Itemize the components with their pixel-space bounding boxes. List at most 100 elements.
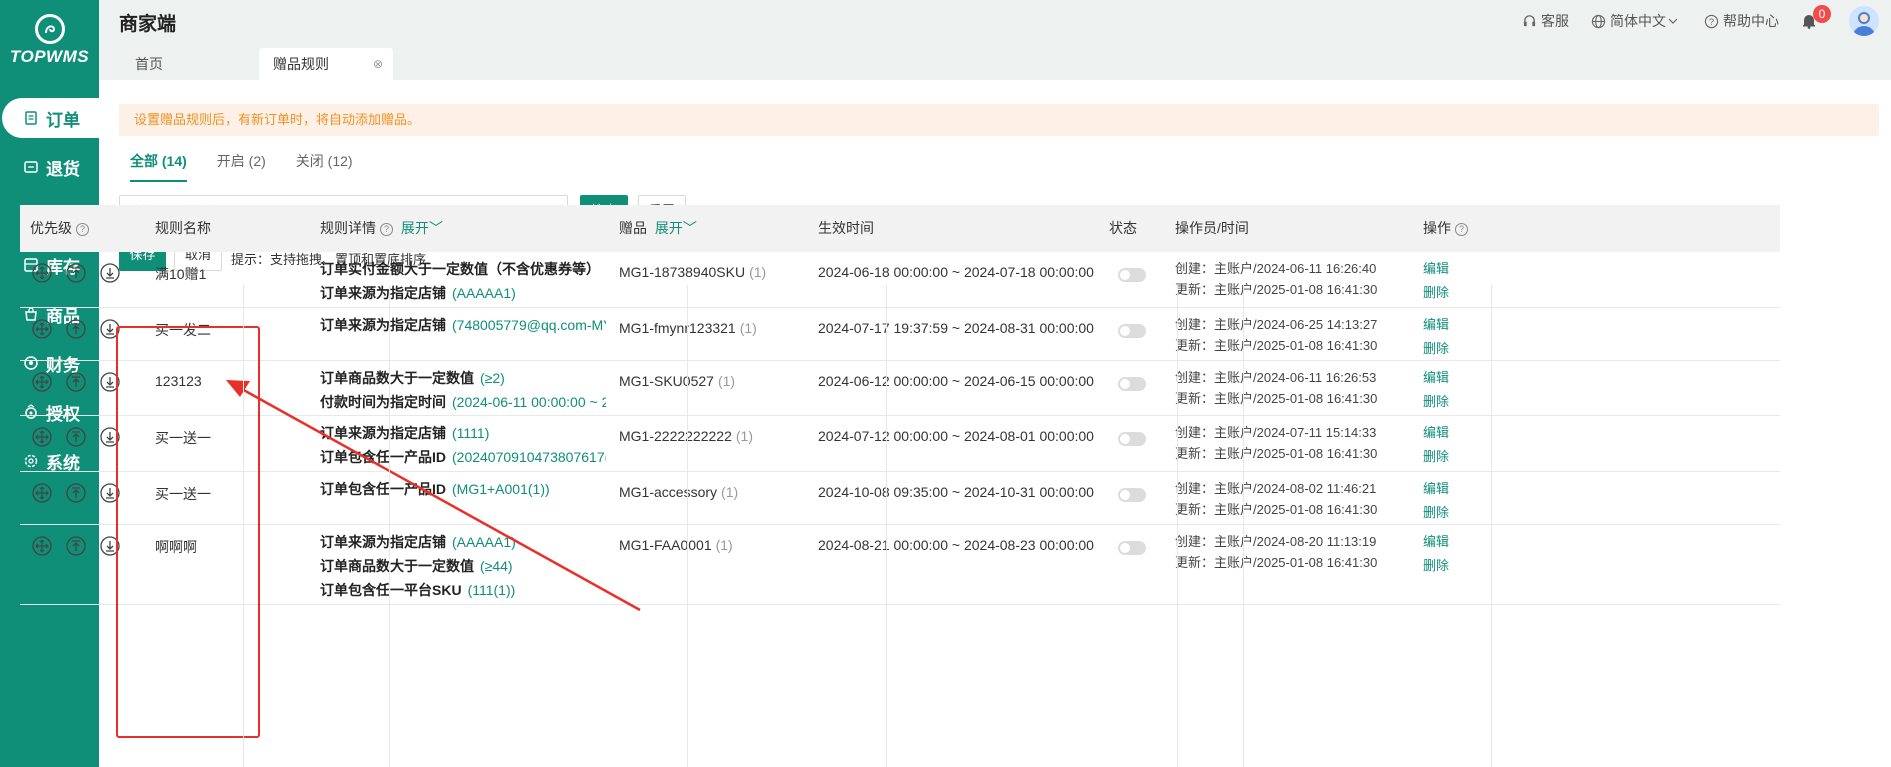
help-icon[interactable]: ? [380, 222, 393, 236]
sidebar-item-return[interactable]: 退货 [0, 147, 99, 187]
gift-quantity: (1) [749, 264, 767, 280]
header-priority-label: 优先级 [30, 220, 72, 236]
status-toggle[interactable] [1118, 432, 1146, 446]
move-to-top-icon[interactable] [64, 481, 88, 505]
delete-link[interactable]: 删除 [1423, 281, 1449, 305]
row-actions: 编辑 删除 [1423, 313, 1449, 361]
rule-condition-label: 订单商品数大于一定数值 [320, 558, 474, 574]
effective-time: 2024-06-18 00:00:00 ~ 2024-07-18 00:00:0… [818, 264, 1094, 280]
move-to-top-icon[interactable] [64, 261, 88, 285]
filter-tab[interactable]: 开启 (2) [217, 151, 266, 182]
move-to-bottom-icon[interactable] [98, 317, 122, 341]
status-toggle[interactable] [1118, 268, 1146, 282]
sidebar-item-label: 订单 [46, 110, 80, 130]
gift-sku-code: MG1-FAA0001 [619, 537, 712, 553]
move-to-bottom-icon[interactable] [98, 261, 122, 285]
drag-move-icon[interactable] [30, 425, 54, 449]
edit-link[interactable]: 编辑 [1423, 530, 1449, 554]
table-header: 优先级? 规则名称 规则详情? 展开﹀ 赠品 展开﹀ 生效时间 状态 操作员/时… [20, 205, 1780, 252]
delete-link[interactable]: 删除 [1423, 445, 1449, 469]
logo[interactable]: TOPWMS [0, 0, 99, 80]
table-row[interactable]: 123123 订单商品数大于一定数值 (≥2) 付款时间为指定时间 (2024-06-1… [20, 361, 1780, 416]
sidebar-item-order[interactable]: 订单 [2, 98, 99, 138]
filter-tabs: 全部 (14) 开启 (2) 关闭 (12) [130, 151, 383, 182]
app-title: 商家端 [119, 14, 177, 35]
language-select[interactable]: 简体中文 [1591, 11, 1682, 31]
header-tools: 客服 简体中文 ? 帮助中心 0 [1522, 0, 1891, 42]
drag-move-icon[interactable] [30, 481, 54, 505]
created-info: 创建：主账户/2024-08-20 11:13:19 [1175, 534, 1377, 549]
rule-details: 订单来源为指定店铺 (748005779@qq.com-MY... [320, 313, 606, 337]
move-to-top-icon[interactable] [64, 425, 88, 449]
move-to-top-icon[interactable] [64, 370, 88, 394]
logo-icon [34, 13, 65, 44]
tab-home-label: 首页 [135, 56, 163, 72]
rule-condition-value: (MG1+A001(1)) [452, 481, 550, 497]
delete-link[interactable]: 删除 [1423, 554, 1449, 578]
notification-button[interactable]: 0 [1801, 5, 1831, 29]
status-toggle[interactable] [1118, 377, 1146, 391]
gift-sku-code: MG1-18738940SKU [619, 264, 746, 280]
move-to-top-icon[interactable] [64, 534, 88, 558]
rule-condition-label: 订单包含任一平台SKU [320, 582, 462, 598]
customer-service-label: 客服 [1541, 13, 1569, 29]
drag-move-icon[interactable] [30, 534, 54, 558]
table-row[interactable]: 啊啊啊 订单来源为指定店铺 (AAAAA1) 订单商品数大于一定数值 (≥44) 订单包含… [20, 525, 1780, 605]
rule-condition: 订单来源为指定店铺 (AAAAA1) [320, 281, 606, 305]
customer-service-link[interactable]: 客服 [1522, 11, 1569, 31]
move-to-bottom-icon[interactable] [98, 425, 122, 449]
move-to-top-icon[interactable] [64, 317, 88, 341]
drag-move-icon[interactable] [30, 261, 54, 285]
move-to-bottom-icon[interactable] [98, 534, 122, 558]
edit-link[interactable]: 编辑 [1423, 257, 1449, 281]
table-row[interactable]: 满10赠1订单实付金额大于一定数值（不含优惠券等）(≥ C...订单来源为指定店… [20, 252, 1780, 308]
help-center-link[interactable]: ? 帮助中心 [1704, 11, 1779, 31]
column-divider [1243, 285, 1244, 767]
delete-link[interactable]: 删除 [1423, 337, 1449, 361]
delete-link[interactable]: 删除 [1423, 501, 1449, 525]
edit-link[interactable]: 编辑 [1423, 477, 1449, 501]
drag-move-icon[interactable] [30, 317, 54, 341]
rule-condition-value: (111(1)) [467, 582, 516, 598]
filter-tab[interactable]: 关闭 (12) [296, 151, 353, 182]
tab-gift-rules[interactable]: 赠品规则 ⊗ [259, 48, 393, 80]
move-to-bottom-icon[interactable] [98, 481, 122, 505]
operator-info: 创建：主账户/2024-08-20 11:13:19 更新：主账户/2025-01… [1175, 531, 1377, 573]
rule-name: 满10赠1 [155, 266, 207, 282]
row-actions: 编辑 删除 [1423, 477, 1449, 525]
tab-home[interactable]: 首页 [121, 48, 229, 80]
rule-condition-label: 订单包含任一产品ID [320, 481, 446, 497]
gift-expand-link[interactable]: 展开 [655, 220, 683, 236]
edit-link[interactable]: 编辑 [1423, 421, 1449, 445]
column-divider [1177, 285, 1178, 767]
delete-link[interactable]: 删除 [1423, 390, 1449, 414]
updated-info: 更新：主账户/2025-01-08 16:41:30 [1175, 555, 1378, 570]
rule-condition-value: (≥2) [480, 370, 505, 386]
drag-move-icon[interactable] [30, 370, 54, 394]
header-priority: 优先级? [30, 205, 89, 252]
detail-expand-link[interactable]: 展开 [401, 220, 429, 236]
help-icon[interactable]: ? [76, 222, 89, 236]
table-row[interactable]: 买一送一 订单包含任一产品ID (MG1+A001(1)) MG1-accessory… [20, 472, 1780, 525]
edit-link[interactable]: 编辑 [1423, 313, 1449, 337]
status-toggle[interactable] [1118, 541, 1146, 555]
effective-time: 2024-07-12 00:00:00 ~ 2024-08-01 00:00:0… [818, 428, 1094, 444]
move-to-bottom-icon[interactable] [98, 370, 122, 394]
edit-link[interactable]: 编辑 [1423, 366, 1449, 390]
rule-name: 啊啊啊 [155, 539, 197, 555]
column-divider [1491, 285, 1492, 767]
gift-quantity: (1) [739, 320, 757, 336]
order-icon [22, 109, 40, 127]
table-row[interactable]: 买一送一 订单来源为指定店铺 (1111) 订单包含任一产品ID (2024070910… [20, 416, 1780, 472]
help-icon[interactable]: ? [1455, 222, 1468, 236]
rule-condition-value: (≥44) [480, 558, 513, 574]
rule-condition-label: 付款时间为指定时间 [320, 394, 446, 410]
close-tab-icon[interactable]: ⊗ [373, 48, 383, 80]
status-toggle[interactable] [1118, 324, 1146, 338]
table-row[interactable]: 买一发二 订单来源为指定店铺 (748005779@qq.com-MY... MG1-… [20, 308, 1780, 361]
filter-tab[interactable]: 全部 (14) [130, 151, 187, 182]
avatar[interactable] [1849, 6, 1879, 36]
status-toggle[interactable] [1118, 488, 1146, 502]
row-actions: 编辑 删除 [1423, 421, 1449, 469]
header-operations-label: 操作 [1423, 220, 1451, 236]
